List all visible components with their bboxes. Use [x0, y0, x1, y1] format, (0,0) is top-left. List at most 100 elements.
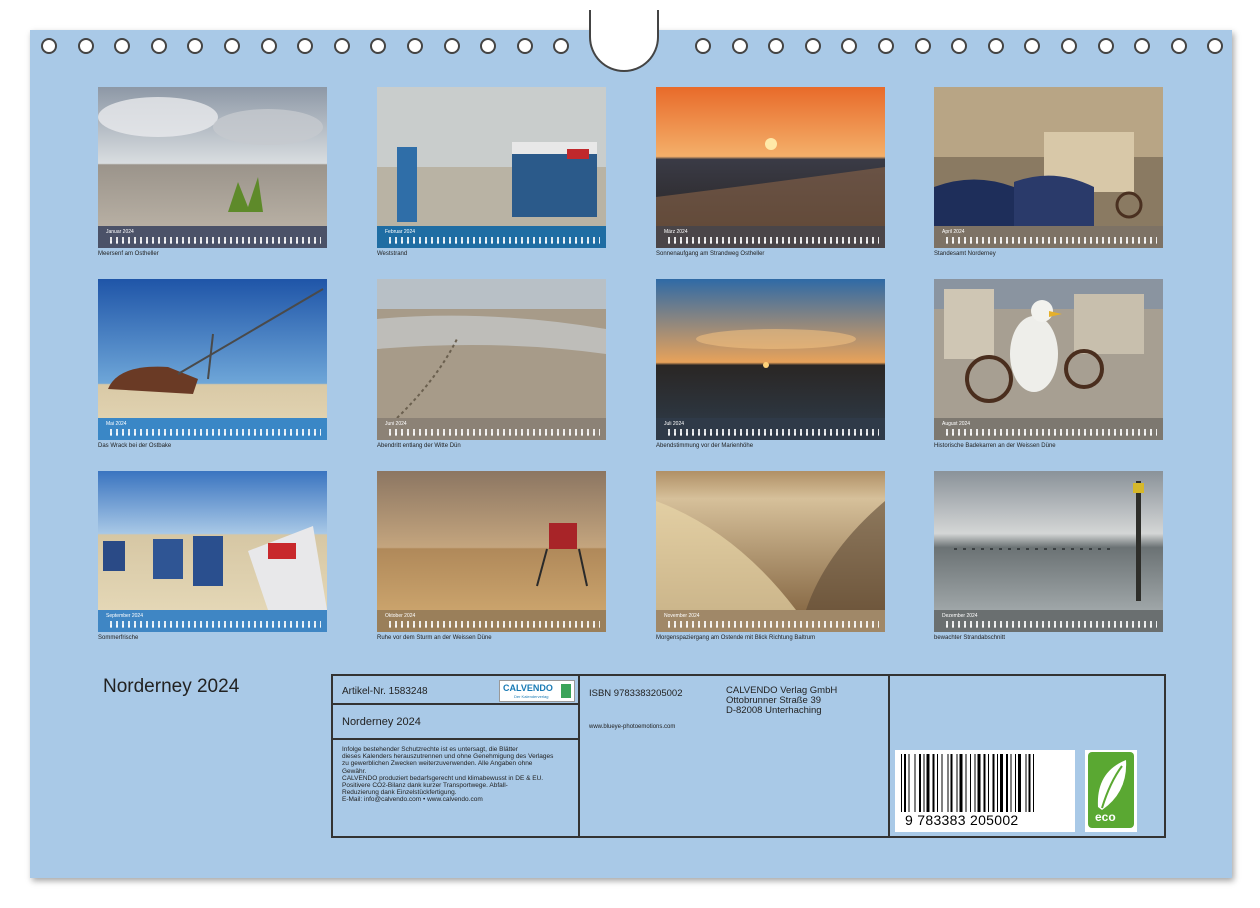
barcode-bar [988, 754, 989, 812]
legal-line: E-Mail: info@calvendo.com • www.calvendo… [342, 796, 483, 804]
binding-ring [224, 38, 240, 54]
day-grid [389, 241, 600, 244]
publisher-city: D-82008 Unterhaching [726, 705, 822, 716]
divider [333, 703, 579, 705]
binding-ring [1170, 38, 1187, 54]
legal-text: Infolge bestehender Schutzrechte ist es … [342, 746, 574, 804]
photo-caption: Sommerfrische [98, 635, 139, 641]
barcode-bar [1000, 754, 1003, 812]
barcode-bar [1028, 754, 1031, 812]
month-band: Mai 2024 [98, 418, 327, 440]
binding-ring [914, 38, 931, 54]
month-label: Juni 2024 [385, 421, 407, 427]
binding-ring [1061, 38, 1077, 54]
product-info-box: Artikel-Nr. 1583248 CALVENDO Der Kalende… [331, 674, 1166, 838]
binding-ring [731, 38, 748, 54]
photo-august: August 2024 [934, 279, 1163, 440]
binding-ring [41, 38, 57, 54]
month-label: Januar 2024 [106, 229, 134, 235]
photo-juni: Juni 2024 [377, 279, 606, 440]
month-label: April 2024 [942, 229, 965, 235]
month-label: Februar 2024 [385, 229, 416, 235]
month-band: Juni 2024 [377, 418, 606, 440]
month-band: Juli 2024 [656, 418, 885, 440]
photo-caption: Das Wrack bei der Ostbake [98, 443, 172, 449]
binding-ring [407, 38, 423, 54]
day-grid [110, 241, 321, 244]
month-label: Oktober 2024 [385, 613, 416, 619]
barcode-bar [997, 754, 998, 812]
photo-caption: bewachter Strandabschnitt [934, 635, 1006, 641]
photo-sonnenaufgang [656, 87, 885, 226]
barcode-bar [1018, 754, 1021, 812]
barcode-bar [1033, 754, 1034, 812]
binding-ring [77, 38, 94, 54]
barcode-bar [941, 754, 943, 812]
photo-sommerfrische [98, 471, 327, 610]
barcode-bar [937, 754, 938, 812]
photo-caption: Abendritt entlang der Witte Dün [377, 443, 461, 449]
barcode-bar [974, 754, 976, 812]
month-band: Dezember 2024 [934, 610, 1163, 632]
barcode-bar [977, 754, 981, 812]
photo-caption: Abendstimmung vor der Marienhöhe [656, 443, 754, 449]
calvendo-logo: CALVENDO Der Kalenderverlag [499, 680, 575, 702]
barcode-bar [901, 754, 902, 812]
photo-strandabschnitt [934, 471, 1163, 610]
day-grid [946, 433, 1157, 436]
product-title: Norderney 2024 [342, 716, 421, 728]
legal-line: Gewähr. [342, 767, 367, 775]
photo-caption: Historische Badekarren an der Weissen Dü… [934, 443, 1056, 449]
photo-mai: Mai 2024 [98, 279, 327, 440]
binding-ring [1097, 38, 1114, 54]
isbn-barcode: 9 783383 205002 [895, 750, 1075, 832]
photo-september: September 2024 [98, 471, 327, 632]
legal-line: dieses Kalenders herauszutrennen und ohn… [342, 753, 554, 761]
eco-badge: eco [1085, 750, 1137, 832]
barcode-bar [983, 754, 986, 812]
month-label: März 2024 [664, 229, 688, 235]
photo-april: April 2024 [934, 87, 1163, 248]
binding-ring [333, 38, 350, 54]
photo-caption: Morgenspaziergang am Ostende mit Blick R… [656, 635, 816, 641]
barcode-bar [1010, 754, 1012, 812]
logo-text: CALVENDO [503, 683, 553, 693]
day-grid [389, 433, 600, 436]
day-grid [110, 625, 321, 628]
photo-oktober: Oktober 2024 [377, 471, 606, 632]
barcode-bar [959, 754, 963, 812]
barcode-bar [904, 754, 906, 812]
binding-ring [804, 38, 821, 54]
month-band: März 2024 [656, 226, 885, 248]
photo-morgenspaziergang [656, 471, 885, 610]
divider [333, 738, 579, 740]
photo-dezember: Dezember 2024 [934, 471, 1163, 632]
binding-ring [443, 38, 460, 54]
photo-maerz: März 2024 [656, 87, 885, 248]
divider [578, 676, 580, 836]
barcode-bar [914, 754, 916, 812]
isbn: ISBN 9783383205002 [589, 688, 683, 699]
day-grid [389, 625, 600, 628]
barcode-bar [923, 754, 925, 812]
photo-caption: Standesamt Norderney [934, 251, 996, 257]
photo-standesamt [934, 87, 1163, 226]
month-band: Januar 2024 [98, 226, 327, 248]
binding-ring [878, 38, 894, 54]
month-label: Mai 2024 [106, 421, 127, 427]
photo-november: November 2024 [656, 471, 885, 632]
month-label: Dezember 2024 [942, 613, 978, 619]
article-number: Artikel-Nr. 1583248 [342, 686, 428, 697]
legal-line: Infolge bestehender Schutzrechte ist es … [342, 746, 518, 753]
legal-line: Reduzierung dank Einzelstückfertigung. [342, 789, 457, 797]
binding-ring [516, 38, 533, 54]
binding-ring [150, 38, 167, 54]
month-label: September 2024 [106, 613, 143, 619]
barcode-bar [908, 754, 910, 812]
photo-caption: Weststrand [377, 251, 408, 257]
barcode-bar [1006, 754, 1008, 812]
photo-meersenf [98, 87, 327, 226]
day-grid [946, 625, 1157, 628]
photo-badekarren [934, 279, 1163, 418]
legal-line: CALVENDO produziert bedarfsgerecht und k… [342, 774, 544, 782]
